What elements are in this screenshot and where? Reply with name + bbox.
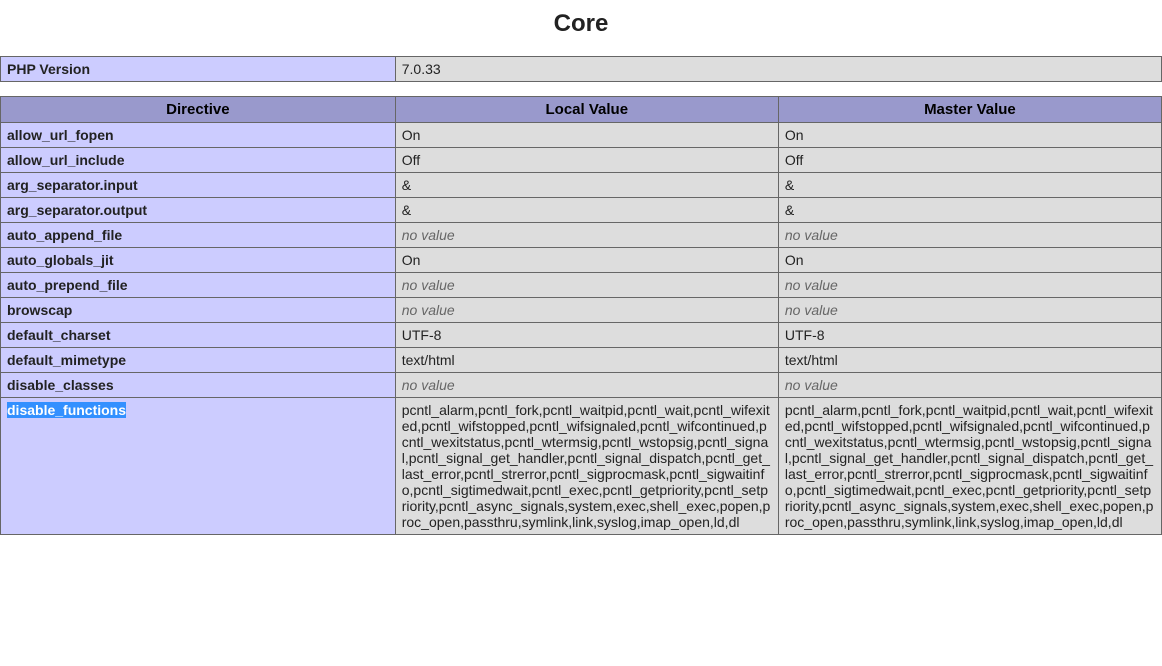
directive-name: disable_classes: [1, 373, 396, 398]
directives-table: Directive Local Value Master Value allow…: [0, 96, 1162, 535]
directive-master-value: &: [778, 198, 1161, 223]
directive-master-value: UTF-8: [778, 323, 1161, 348]
directive-master-value: no value: [778, 373, 1161, 398]
directive-row: arg_separator.input&&: [1, 173, 1162, 198]
directive-name: arg_separator.output: [1, 198, 396, 223]
php-version-row: PHP Version 7.0.33: [1, 57, 1162, 82]
directives-header-row: Directive Local Value Master Value: [1, 97, 1162, 123]
directive-name: auto_globals_jit: [1, 248, 396, 273]
no-value-text: no value: [785, 302, 838, 318]
directive-master-value: &: [778, 173, 1161, 198]
directive-row: browscap no value no value: [1, 298, 1162, 323]
directive-name: allow_url_fopen: [1, 123, 396, 148]
directive-name: disable_functions: [1, 398, 396, 535]
directive-local-value: Off: [395, 148, 778, 173]
header-local: Local Value: [395, 97, 778, 123]
directive-local-value: On: [395, 123, 778, 148]
selected-text: disable_functions: [7, 402, 126, 418]
directive-master-value: On: [778, 123, 1161, 148]
no-value-text: no value: [785, 227, 838, 243]
no-value-text: no value: [402, 227, 455, 243]
php-version-table: PHP Version 7.0.33: [0, 56, 1162, 82]
directive-local-value: no value: [395, 373, 778, 398]
directive-local-value: no value: [395, 273, 778, 298]
directive-master-value: text/html: [778, 348, 1161, 373]
directive-row: default_charsetUTF-8UTF-8: [1, 323, 1162, 348]
no-value-text: no value: [402, 302, 455, 318]
no-value-text: no value: [402, 377, 455, 393]
directive-row: allow_url_includeOffOff: [1, 148, 1162, 173]
directive-local-value: &: [395, 198, 778, 223]
no-value-text: no value: [785, 277, 838, 293]
directive-local-value: UTF-8: [395, 323, 778, 348]
php-version-value: 7.0.33: [395, 57, 1161, 82]
header-master: Master Value: [778, 97, 1161, 123]
directive-master-value: pcntl_alarm,pcntl_fork,pcntl_waitpid,pcn…: [778, 398, 1161, 535]
directive-master-value: no value: [778, 223, 1161, 248]
directive-local-value: pcntl_alarm,pcntl_fork,pcntl_waitpid,pcn…: [395, 398, 778, 535]
directive-row: allow_url_fopenOnOn: [1, 123, 1162, 148]
directive-name: arg_separator.input: [1, 173, 396, 198]
directive-master-value: Off: [778, 148, 1161, 173]
directive-local-value: no value: [395, 298, 778, 323]
directive-name: auto_prepend_file: [1, 273, 396, 298]
directive-row: auto_append_file no value no value: [1, 223, 1162, 248]
directive-name: default_mimetype: [1, 348, 396, 373]
directive-local-value: &: [395, 173, 778, 198]
directive-name: allow_url_include: [1, 148, 396, 173]
directive-local-value: text/html: [395, 348, 778, 373]
directive-row: arg_separator.output&&: [1, 198, 1162, 223]
directive-local-value: On: [395, 248, 778, 273]
php-version-label: PHP Version: [1, 57, 396, 82]
no-value-text: no value: [785, 377, 838, 393]
section-title: Core: [0, 10, 1162, 38]
directive-master-value: On: [778, 248, 1161, 273]
no-value-text: no value: [402, 277, 455, 293]
directive-name: browscap: [1, 298, 396, 323]
header-directive: Directive: [1, 97, 396, 123]
directive-name: auto_append_file: [1, 223, 396, 248]
directive-row: default_mimetypetext/htmltext/html: [1, 348, 1162, 373]
directive-local-value: no value: [395, 223, 778, 248]
directive-master-value: no value: [778, 273, 1161, 298]
directive-name: default_charset: [1, 323, 396, 348]
directive-row: auto_globals_jitOnOn: [1, 248, 1162, 273]
directive-master-value: no value: [778, 298, 1161, 323]
directive-row: auto_prepend_file no value no value: [1, 273, 1162, 298]
directive-row: disable_classes no value no value: [1, 373, 1162, 398]
directive-row: disable_functions pcntl_alarm,pcntl_fork,…: [1, 398, 1162, 535]
